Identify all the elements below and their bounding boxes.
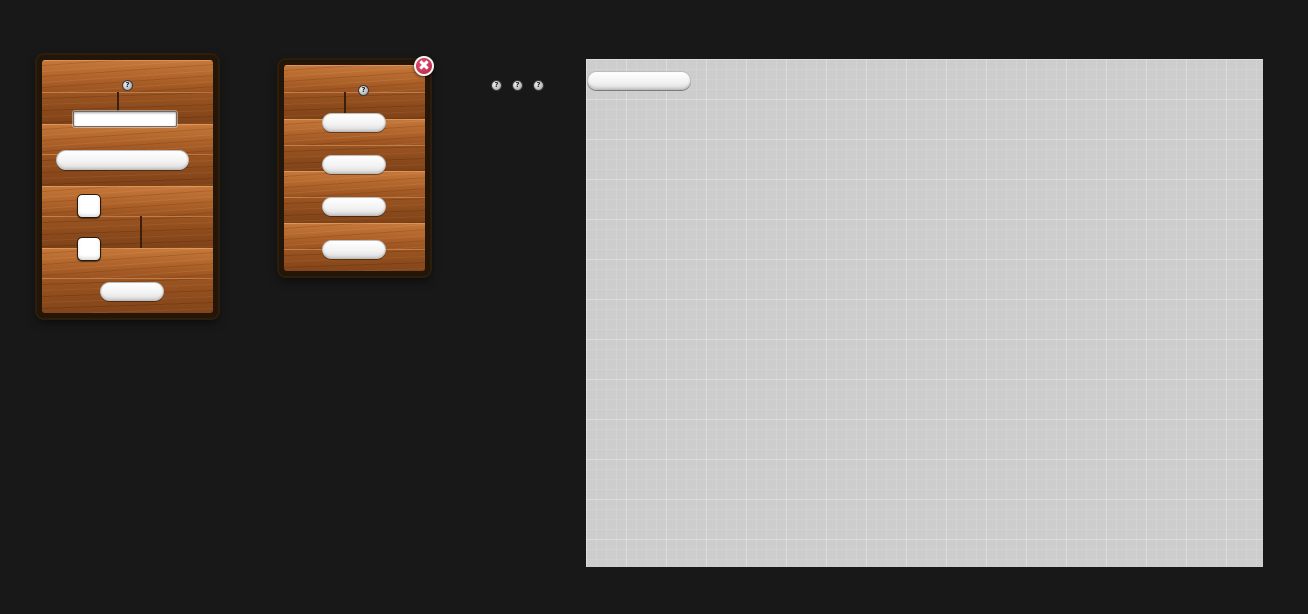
help-icon[interactable]: ? xyxy=(491,80,502,91)
plank xyxy=(42,186,213,218)
menu-item-4[interactable] xyxy=(322,240,386,259)
settings-panel-wood xyxy=(42,60,213,313)
checkbox-2[interactable] xyxy=(77,237,101,261)
help-icon[interactable]: ? xyxy=(512,80,523,91)
menu-item-1[interactable] xyxy=(322,113,386,132)
help-icon[interactable]: ? xyxy=(122,80,133,91)
settings-panel: ? xyxy=(37,55,218,318)
help-icon[interactable]: ? xyxy=(358,85,369,96)
close-icon[interactable]: ✖ xyxy=(414,56,434,76)
canvas-title-field[interactable] xyxy=(587,71,691,90)
wide-field[interactable] xyxy=(56,150,189,170)
plank xyxy=(284,171,425,199)
plank xyxy=(284,65,425,94)
help-icon[interactable]: ? xyxy=(533,80,544,91)
confirm-button[interactable] xyxy=(100,282,164,301)
grid-canvas[interactable] xyxy=(586,59,1263,567)
plank xyxy=(42,248,213,280)
menu-panel: ? xyxy=(279,60,430,276)
plank xyxy=(42,216,213,250)
plank-seam xyxy=(140,216,142,248)
menu-item-2[interactable] xyxy=(322,155,386,174)
name-input[interactable] xyxy=(73,111,177,127)
checkbox-1[interactable] xyxy=(77,194,101,218)
menu-item-3[interactable] xyxy=(322,197,386,216)
